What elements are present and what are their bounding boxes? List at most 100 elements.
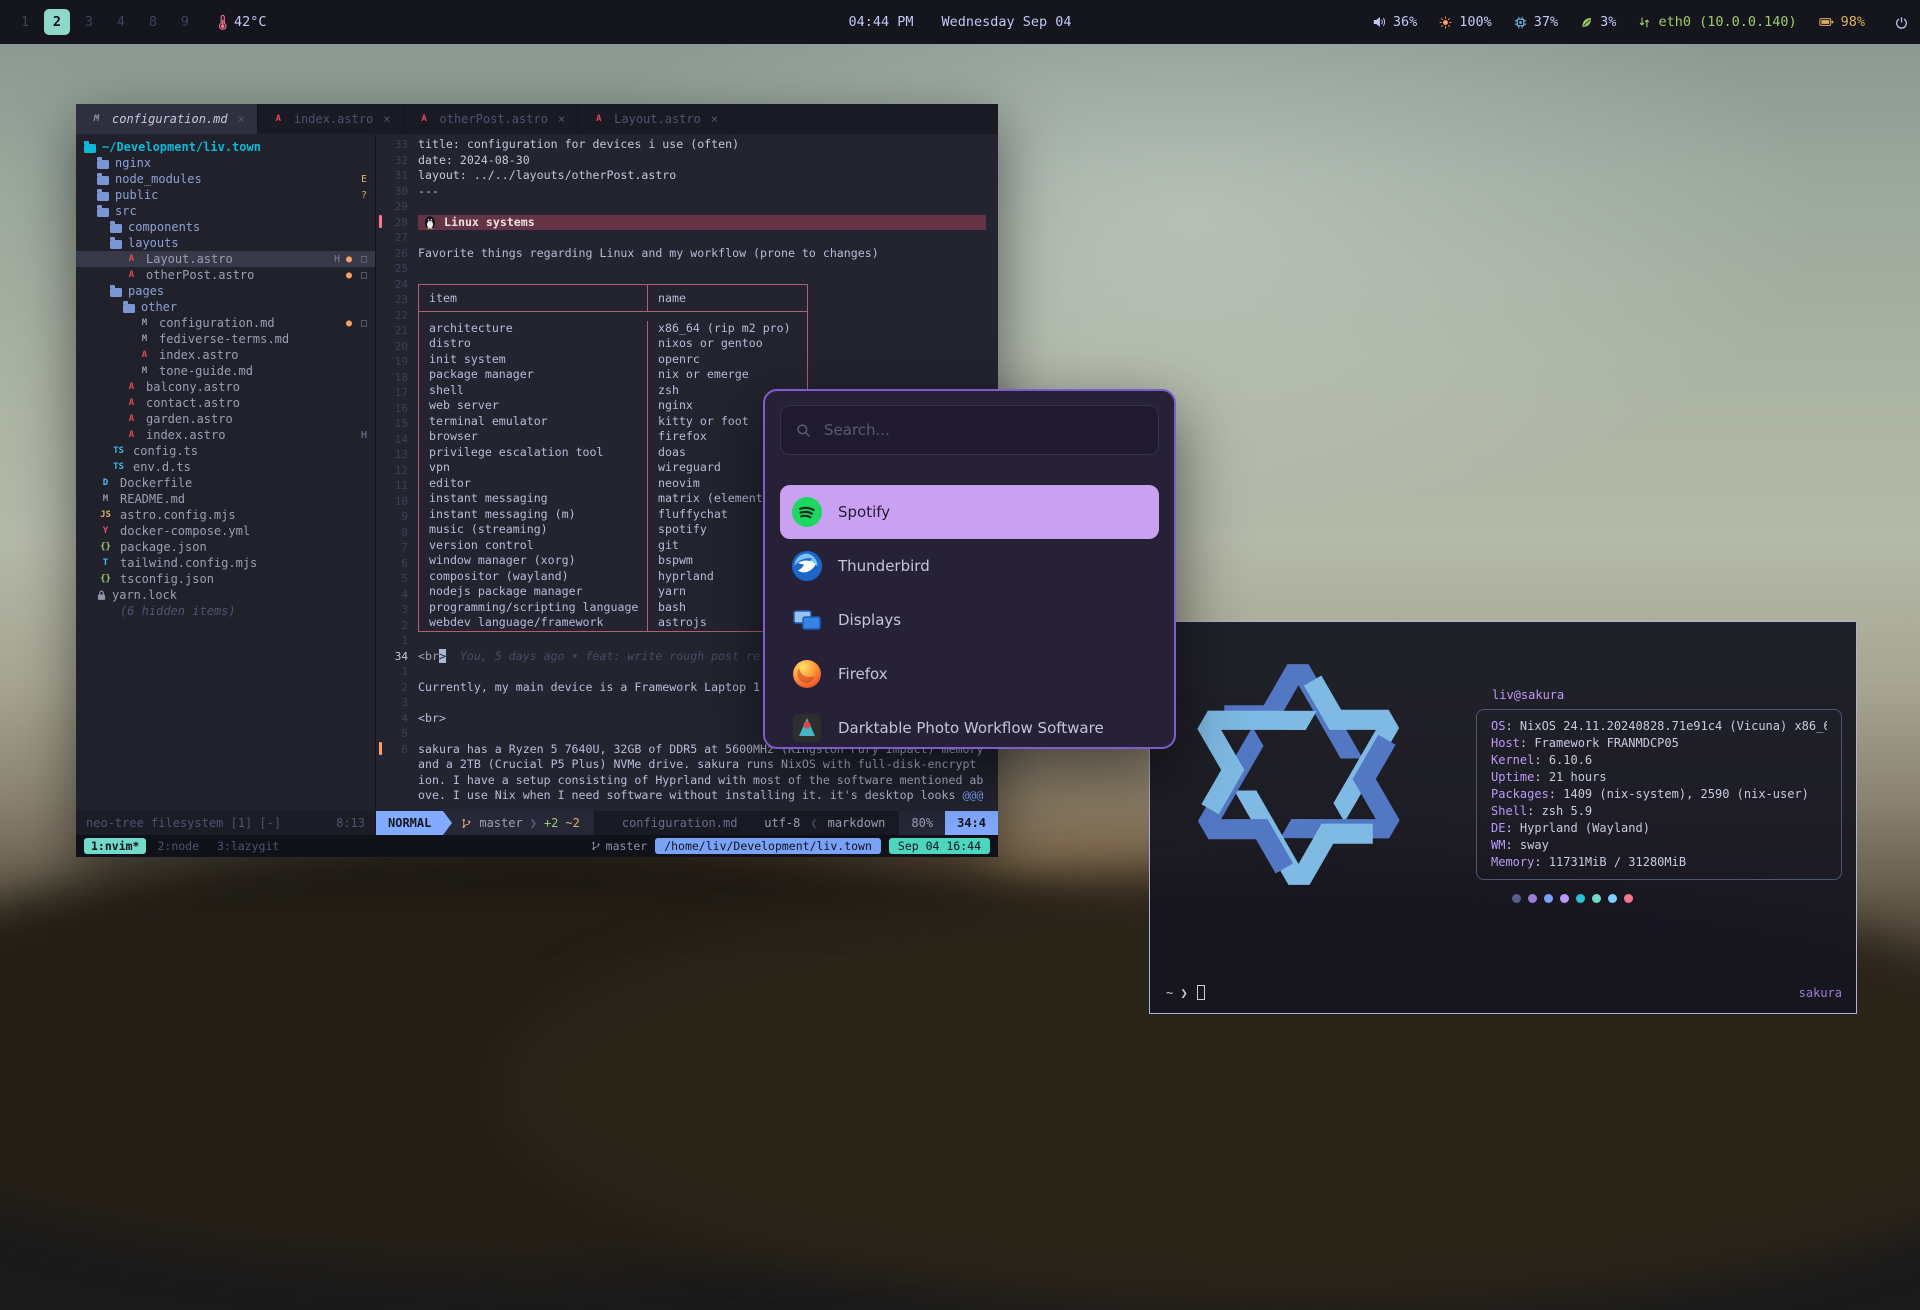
module-volume[interactable]: 36%	[1373, 14, 1417, 30]
git-status-badge: □	[361, 270, 367, 281]
tree-item[interactable]: Ttailwind.config.mjs	[76, 555, 375, 571]
fetch-info-colon: :	[1505, 821, 1519, 835]
tab-close-icon[interactable]: ×	[238, 112, 245, 126]
tree-item[interactable]: node_modulesE	[76, 171, 375, 187]
chip-icon	[1514, 16, 1527, 29]
vim-mode-indicator: NORMAL	[376, 811, 443, 835]
module-network[interactable]: eth0 (10.0.0.140)	[1638, 14, 1796, 30]
tree-item[interactable]: AotherPost.astro●□	[76, 267, 375, 283]
fetch-info-label: DE	[1491, 821, 1505, 835]
tab-otherPost.astro[interactable]: AotherPost.astro×	[404, 104, 579, 134]
palette-dot	[1544, 894, 1553, 903]
tree-item[interactable]: Aindex.astro	[76, 347, 375, 363]
fetch-terminal[interactable]: liv@sakura OS: NixOS 24.11.20240828.71e9…	[1149, 621, 1857, 1014]
tree-item[interactable]: TSenv.d.ts	[76, 459, 375, 475]
tree-item[interactable]: src	[76, 203, 375, 219]
tree-item[interactable]: DDockerfile	[76, 475, 375, 491]
module-memory[interactable]: 3%	[1580, 14, 1616, 30]
launcher-search-box[interactable]	[780, 405, 1159, 455]
tree-item[interactable]: nginx	[76, 155, 375, 171]
thunderbird-icon	[792, 551, 822, 581]
launcher-item[interactable]: Thunderbird	[780, 539, 1159, 593]
tree-item[interactable]: Ydocker-compose.yml	[76, 523, 375, 539]
tree-item[interactable]: TSconfig.ts	[76, 443, 375, 459]
temperature-value: 42°C	[234, 14, 267, 30]
markdown-file-icon: M	[88, 114, 105, 124]
gutter-sign	[379, 742, 382, 755]
fetch-info-value: zsh 5.9	[1542, 804, 1593, 818]
tree-item[interactable]: Mconfiguration.md●□	[76, 315, 375, 331]
tree-item-label: tailwind.config.mjs	[120, 556, 257, 570]
astro-file-icon: A	[123, 254, 140, 264]
tab-close-icon[interactable]: ×	[711, 112, 718, 126]
shell-prompt[interactable]: ~ ❯	[1166, 985, 1205, 1000]
line-number	[376, 773, 408, 789]
tree-item[interactable]: Mtone-guide.md	[76, 363, 375, 379]
tree-item[interactable]: components	[76, 219, 375, 235]
tree-item[interactable]: Agarden.astro	[76, 411, 375, 427]
module-cpu[interactable]: 37%	[1514, 14, 1558, 30]
temperature-module[interactable]: 42°C	[218, 14, 267, 30]
fetch-info-value: 6.10.6	[1549, 753, 1592, 767]
fetch-info-label: Uptime	[1491, 770, 1534, 784]
tree-item[interactable]: JSastro.config.mjs	[76, 507, 375, 523]
line-number: 13	[376, 447, 408, 463]
tree-item[interactable]: public?	[76, 187, 375, 203]
tmux-window-1:nvim*[interactable]: 1:nvim*	[84, 838, 146, 854]
workspace-button-3[interactable]: 3	[76, 9, 102, 35]
table-header-cell: item	[419, 285, 647, 311]
tab-close-icon[interactable]: ×	[383, 112, 390, 126]
tree-item-label: otherPost.astro	[146, 268, 254, 282]
workspace-button-1[interactable]: 1	[12, 9, 38, 35]
fetch-info-colon: :	[1534, 855, 1548, 869]
tmux-window-3:lazygit[interactable]: 3:lazygit	[210, 838, 286, 854]
launcher-item[interactable]: Displays	[780, 593, 1159, 647]
tree-item[interactable]: Mfediverse-terms.md	[76, 331, 375, 347]
table-row: distronixos or gentoo	[419, 336, 807, 352]
frontmatter-line: ---	[418, 184, 998, 200]
launcher-item-label: Firefox	[838, 665, 888, 683]
tab-configuration.md[interactable]: Mconfiguration.md×	[76, 104, 258, 134]
tree-item[interactable]: ~/Development/liv.town	[76, 139, 375, 155]
git-status-badge: □	[361, 318, 367, 329]
tree-item[interactable]: other	[76, 299, 375, 315]
tree-item[interactable]: Acontact.astro	[76, 395, 375, 411]
tree-item[interactable]: yarn.lock	[76, 587, 375, 603]
power-button[interactable]	[1895, 16, 1908, 29]
tab-close-icon[interactable]: ×	[558, 112, 565, 126]
table-cell: package manager	[419, 367, 647, 383]
launcher-item[interactable]: Darktable Photo Workflow Software	[780, 701, 1159, 749]
launcher-item[interactable]: Firefox	[780, 647, 1159, 701]
workspace-button-8[interactable]: 8	[140, 9, 166, 35]
tree-item[interactable]: {}package.json	[76, 539, 375, 555]
tab-Layout.astro[interactable]: ALayout.astro×	[578, 104, 731, 134]
workspace-button-9[interactable]: 9	[172, 9, 198, 35]
tree-item[interactable]: Abalcony.astro	[76, 379, 375, 395]
workspace-button-2[interactable]: 2	[44, 9, 70, 35]
tmux-window-2:node[interactable]: 2:node	[150, 838, 206, 854]
tab-index.astro[interactable]: Aindex.astro×	[258, 104, 404, 134]
tree-item[interactable]: MREADME.md	[76, 491, 375, 507]
tree-item[interactable]: layouts	[76, 235, 375, 251]
launcher-item-label: Darktable Photo Workflow Software	[838, 719, 1104, 737]
table-cell: architecture	[419, 321, 647, 337]
tree-item[interactable]: pages	[76, 283, 375, 299]
frontmatter-line: layout: ../../layouts/otherPost.astro	[418, 168, 998, 184]
penguin-icon	[424, 215, 436, 230]
tree-item[interactable]: Aindex.astroH	[76, 427, 375, 443]
launcher-item-label: Spotify	[838, 503, 890, 521]
module-brightness[interactable]: 100%	[1439, 14, 1492, 30]
workspace-button-4[interactable]: 4	[108, 9, 134, 35]
table-row: compositor (wayland)hyprland	[419, 569, 807, 585]
json-file-icon: {}	[97, 542, 114, 552]
tree-item[interactable]: {}tsconfig.json	[76, 571, 375, 587]
tree-item[interactable]: (6 hidden items)	[76, 603, 375, 619]
search-input[interactable]	[822, 420, 1143, 440]
fetch-info-value: 11731MiB / 31280MiB	[1549, 855, 1686, 869]
tree-item[interactable]: ALayout.astroH●□	[76, 251, 375, 267]
module-battery[interactable]: 98%	[1819, 14, 1865, 30]
launcher-item[interactable]: Spotify	[780, 485, 1159, 539]
fetch-info-label: Memory	[1491, 855, 1534, 869]
tree-item-label: garden.astro	[146, 412, 233, 426]
table-cell: editor	[419, 476, 647, 492]
